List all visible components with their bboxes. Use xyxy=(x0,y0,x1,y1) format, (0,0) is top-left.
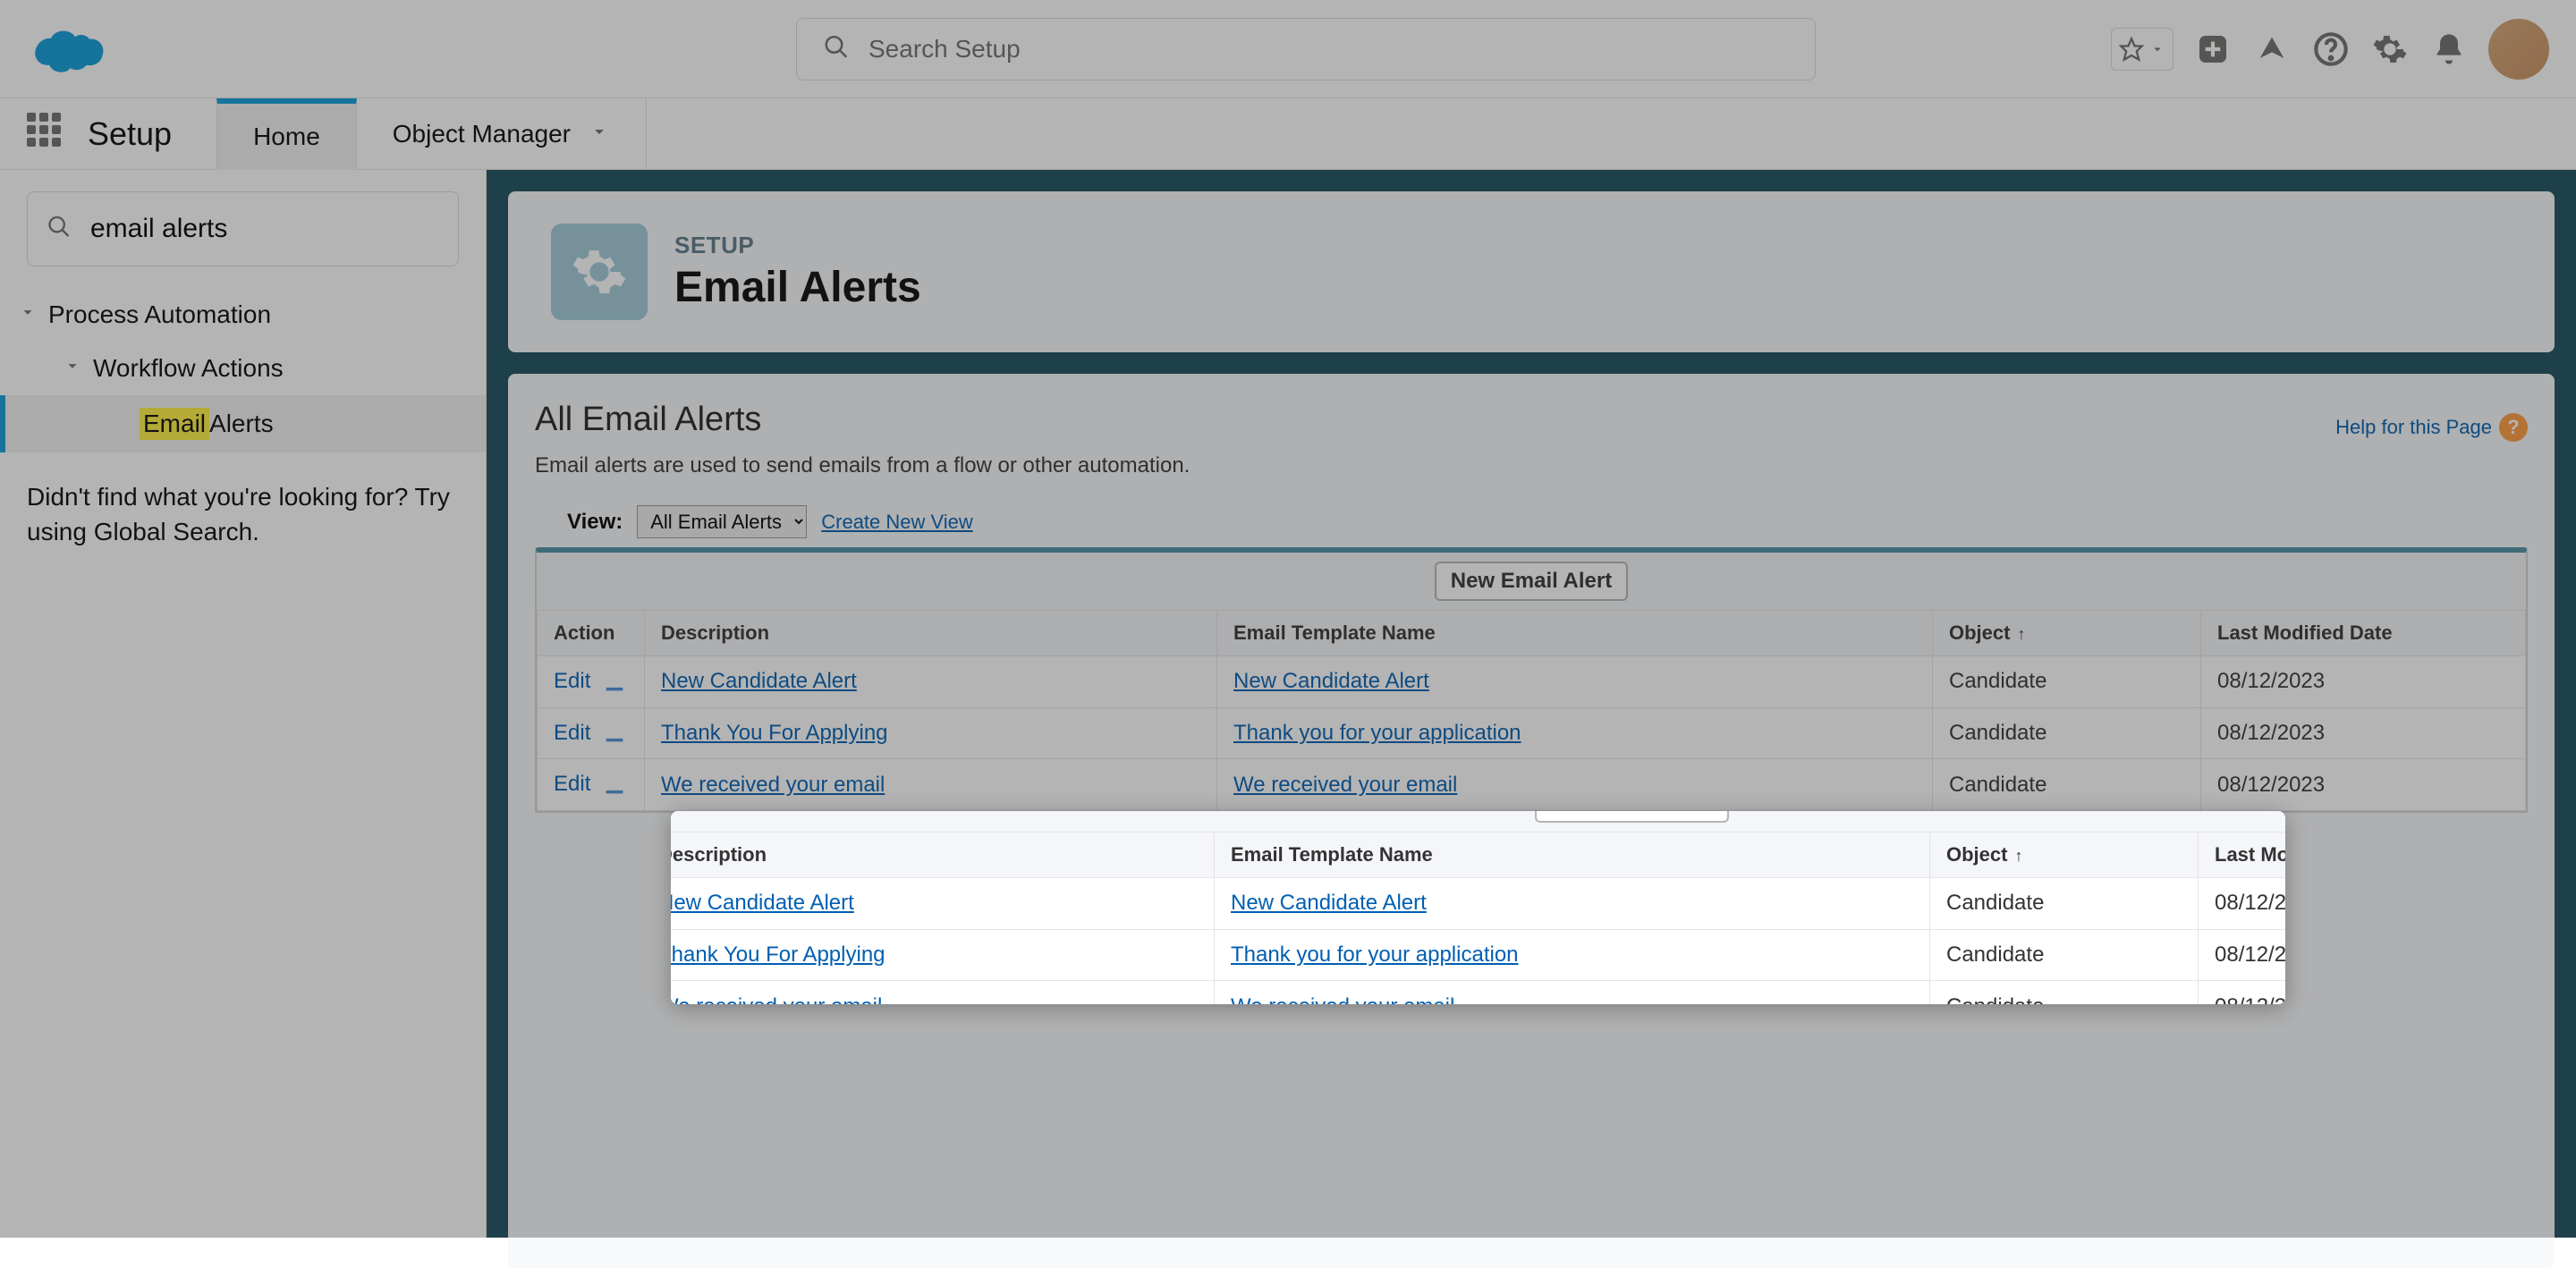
header-utility-icons xyxy=(2111,19,2549,80)
create-new-view-link[interactable]: Create New View xyxy=(821,511,973,534)
table-row: Edit New Candidate Alert New Candidate A… xyxy=(538,656,2526,708)
help-for-page-link[interactable]: Help for this Page ? xyxy=(2335,413,2528,442)
edit-link[interactable]: Edit xyxy=(554,721,590,745)
chevron-down-icon xyxy=(63,356,82,381)
global-search-container xyxy=(796,18,1816,80)
help-badge-icon: ? xyxy=(2499,413,2528,442)
section-description: Email alerts are used to send emails fro… xyxy=(535,453,2528,478)
download-icon[interactable] xyxy=(602,773,627,798)
download-icon[interactable] xyxy=(602,670,627,695)
context-nav-bar: Setup Home Object Manager xyxy=(0,98,2576,170)
chevron-down-icon xyxy=(589,120,610,148)
view-label: View: xyxy=(567,510,623,535)
sidebar-hint-text: Didn't find what you're looking for? Try… xyxy=(0,452,486,576)
page-header: SETUP Email Alerts xyxy=(508,191,2555,352)
object-cell: Candidate xyxy=(1933,759,2201,811)
template-link[interactable]: New Candidate Alert xyxy=(1233,669,1429,693)
description-link[interactable]: We received your email xyxy=(661,773,885,797)
tree-item-email-alerts[interactable]: Email Alerts xyxy=(0,395,486,452)
settings-icon[interactable] xyxy=(2370,30,2410,69)
edit-link[interactable]: Edit xyxy=(554,669,590,693)
sidebar-search-container xyxy=(27,191,459,266)
app-launcher-icon[interactable] xyxy=(27,113,70,156)
view-select[interactable]: All Email Alerts xyxy=(637,505,807,538)
tab-home[interactable]: Home xyxy=(216,98,357,170)
search-icon xyxy=(823,33,850,64)
description-link[interactable]: Thank You For Applying xyxy=(661,721,888,745)
col-template[interactable]: Email Template Name xyxy=(1217,611,1933,656)
chevron-down-icon xyxy=(18,302,38,327)
section-title: All Email Alerts xyxy=(535,401,761,439)
col-action[interactable]: Action xyxy=(538,611,645,656)
date-cell: 08/12/2023 xyxy=(2201,707,2526,759)
global-actions-icon[interactable] xyxy=(2193,30,2233,69)
global-search-input[interactable] xyxy=(796,18,1816,80)
template-link[interactable]: We received your email xyxy=(1233,773,1457,797)
col-object[interactable]: Object↑ xyxy=(1933,611,2201,656)
search-icon xyxy=(47,215,72,244)
page-title: Email Alerts xyxy=(674,263,921,312)
download-icon[interactable] xyxy=(602,721,627,746)
object-cell: Candidate xyxy=(1933,707,2201,759)
app-title: Setup xyxy=(88,115,172,153)
help-icon[interactable] xyxy=(2311,30,2351,69)
setup-quick-find-input[interactable] xyxy=(27,191,459,266)
page-eyebrow: SETUP xyxy=(674,232,921,259)
tab-object-manager[interactable]: Object Manager xyxy=(357,98,647,170)
content-card: All Email Alerts Help for this Page ? Em… xyxy=(508,374,2555,1268)
date-cell: 08/12/2023 xyxy=(2201,656,2526,708)
col-date[interactable]: Last Modified Date xyxy=(2201,611,2526,656)
tree-item-workflow-actions[interactable]: Workflow Actions xyxy=(0,342,486,395)
sort-arrow-icon: ↑ xyxy=(2017,625,2025,643)
email-alerts-table: Action Description Email Template Name O… xyxy=(537,610,2526,811)
template-link[interactable]: Thank you for your application xyxy=(1233,721,1521,745)
global-header xyxy=(0,0,2576,98)
notifications-icon[interactable] xyxy=(2429,30,2469,69)
user-avatar[interactable] xyxy=(2488,19,2549,80)
edit-link[interactable]: Edit xyxy=(554,772,590,796)
guidance-center-icon[interactable] xyxy=(2252,30,2292,69)
main-content: SETUP Email Alerts All Email Alerts Help… xyxy=(487,170,2576,1238)
description-link[interactable]: New Candidate Alert xyxy=(661,669,857,693)
gear-icon xyxy=(551,224,648,320)
date-cell: 08/12/2023 xyxy=(2201,759,2526,811)
view-row: View: All Email Alerts Create New View xyxy=(567,505,2528,538)
table-row: Edit We received your email We received … xyxy=(538,759,2526,811)
object-cell: Candidate xyxy=(1933,656,2201,708)
email-alerts-table-wrap: New Email Alert Action Description Email… xyxy=(535,547,2528,813)
setup-sidebar: Process Automation Workflow Actions Emai… xyxy=(0,170,487,1238)
salesforce-logo[interactable] xyxy=(27,22,107,76)
new-email-alert-button[interactable]: New Email Alert xyxy=(1435,562,1629,601)
col-description[interactable]: Description xyxy=(645,611,1217,656)
table-row: Edit Thank You For Applying Thank you fo… xyxy=(538,707,2526,759)
tree-item-process-automation[interactable]: Process Automation xyxy=(0,288,486,342)
favorites-button[interactable] xyxy=(2111,28,2174,71)
